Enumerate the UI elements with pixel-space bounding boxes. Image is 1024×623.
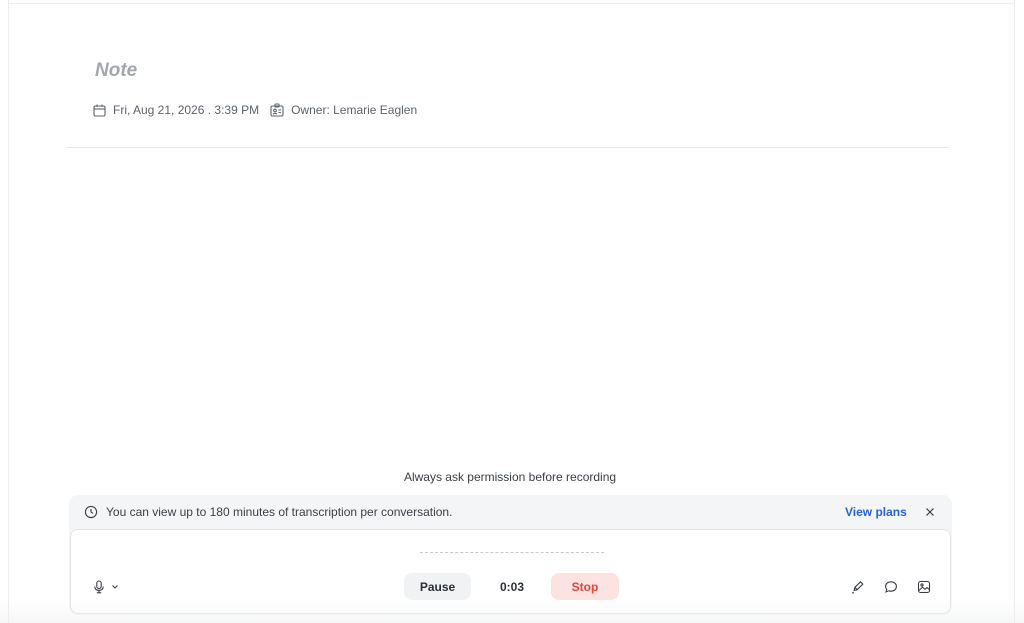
pen-icon[interactable] [850, 579, 866, 595]
window-left-border [8, 0, 9, 623]
recording-permission-notice: Always ask permission before recording [403, 470, 617, 484]
comment-icon[interactable] [883, 579, 899, 595]
note-owner: Owner: Lemarie Eaglen [291, 103, 418, 117]
stop-button[interactable]: Stop [551, 573, 619, 600]
note-date: Fri, Aug 21, 2026 . 3:39 PM [113, 103, 260, 117]
pause-button[interactable]: Pause [404, 573, 471, 600]
recorder-widget: You can view up to 180 minutes of transc… [69, 495, 952, 615]
chevron-down-icon [111, 584, 119, 590]
window-right-border [1014, 0, 1015, 623]
transcription-limit-banner: You can view up to 180 minutes of transc… [69, 495, 952, 529]
calendar-icon [92, 103, 106, 117]
note-title[interactable]: Note [95, 60, 137, 82]
audio-waveform [420, 552, 604, 553]
close-icon[interactable] [923, 505, 937, 519]
clock-icon [84, 505, 98, 519]
window-top-border [8, 3, 1015, 4]
note-meta: Fri, Aug 21, 2026 . 3:39 PM Owner: Lemar… [92, 101, 417, 119]
image-icon[interactable] [916, 579, 932, 595]
microphone-selector-button[interactable] [93, 579, 119, 595]
id-badge-icon [270, 103, 284, 117]
recording-controls-panel: Pause 0:03 Stop [70, 529, 951, 614]
view-plans-link[interactable]: View plans [845, 505, 907, 519]
recording-timer: 0:03 [499, 579, 525, 594]
banner-message: You can view up to 180 minutes of transc… [106, 505, 453, 519]
header-divider [66, 147, 948, 148]
microphone-icon [93, 580, 105, 594]
